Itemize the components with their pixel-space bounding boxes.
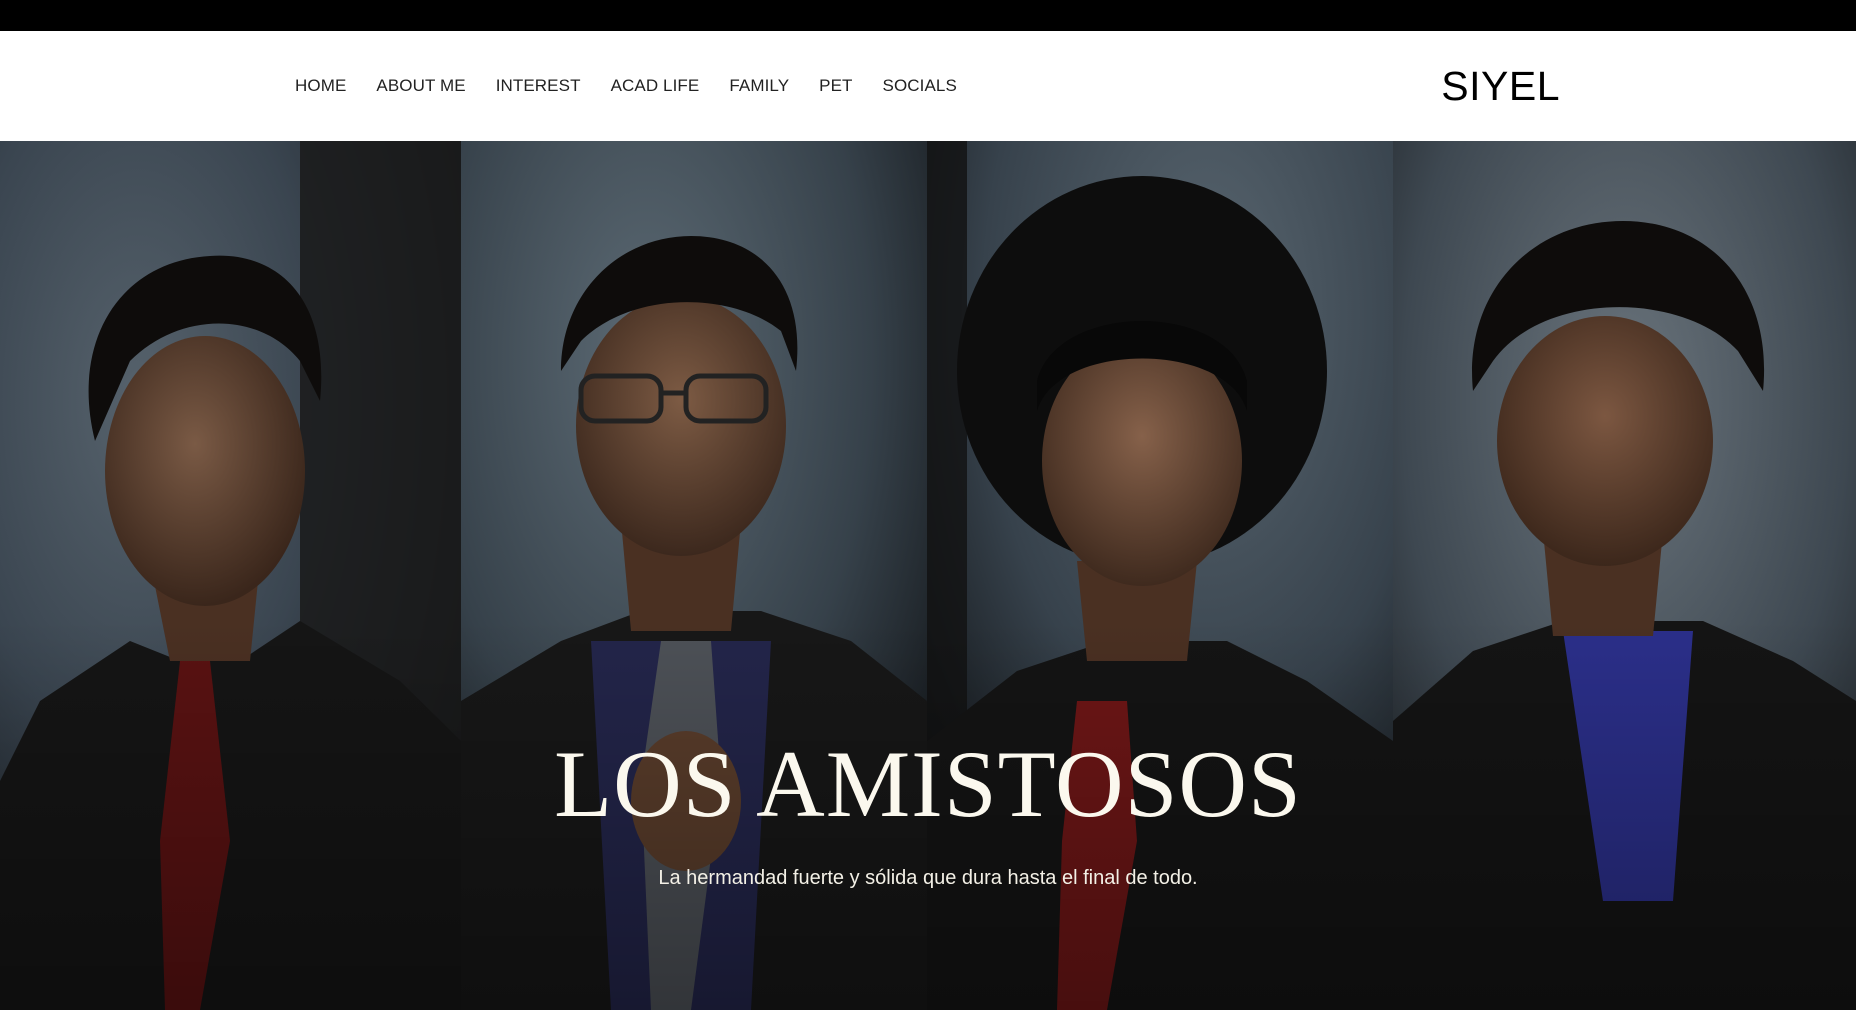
main-nav: HOME ABOUT ME INTEREST ACAD LIFE FAMILY …	[295, 31, 987, 141]
nav-home[interactable]: HOME	[295, 76, 346, 96]
hero-subtitle: La hermandad fuerte y sólida que dura ha…	[658, 867, 1198, 889]
hero-title: LOS AMISTOSOS	[554, 731, 1302, 837]
nav-interest[interactable]: INTEREST	[496, 76, 581, 96]
nav-acad-life[interactable]: ACAD LIFE	[611, 76, 700, 96]
nav-about-me[interactable]: ABOUT ME	[376, 76, 465, 96]
brand-logo[interactable]: SIYEL	[1441, 31, 1560, 141]
nav-pet[interactable]: PET	[819, 76, 852, 96]
top-black-bar	[0, 0, 1856, 31]
navbar: HOME ABOUT ME INTEREST ACAD LIFE FAMILY …	[0, 31, 1856, 141]
hero-section: LOS AMISTOSOS La hermandad fuerte y sóli…	[0, 141, 1856, 1010]
nav-family[interactable]: FAMILY	[729, 76, 789, 96]
nav-socials[interactable]: SOCIALS	[883, 76, 957, 96]
